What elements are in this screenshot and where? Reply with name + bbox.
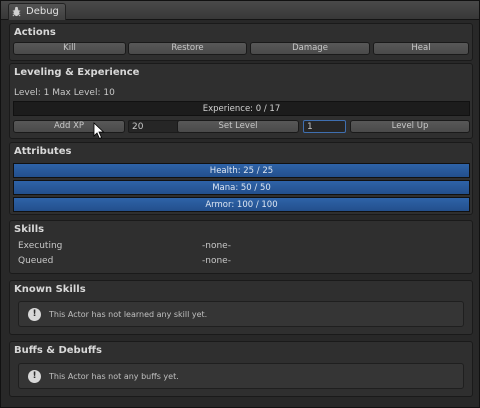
buffs-section: Buffs & Debuffs ! This Actor has not any… [9, 341, 473, 397]
buffs-helpbox: ! This Actor has not any buffs yet. [18, 363, 464, 389]
attributes-section: Attributes Health: 25 / 25 Mana: 50 / 50… [9, 142, 473, 215]
buffs-title: Buffs & Debuffs [14, 345, 102, 356]
skills-title: Skills [14, 224, 45, 235]
known-skills-helpbox: ! This Actor has not learned any skill y… [18, 301, 464, 327]
health-bar-label: Health: 25 / 25 [209, 165, 274, 176]
leveling-title: Leveling & Experience [14, 67, 140, 78]
level-up-button[interactable]: Level Up [350, 120, 470, 133]
heal-button[interactable]: Heal [373, 42, 469, 55]
tab-debug[interactable]: Debug [8, 2, 66, 20]
leveling-section: Leveling & Experience Level: 1 Max Level… [9, 63, 473, 139]
mana-bar: Mana: 50 / 50 [13, 180, 470, 195]
actions-section: Actions Kill Restore Damage Heal [9, 23, 473, 61]
known-skills-title: Known Skills [14, 284, 86, 295]
window-title: Debug [26, 6, 59, 17]
skills-queued-value: -none- [202, 256, 231, 266]
actions-title: Actions [14, 27, 56, 38]
armor-bar-label: Armor: 100 / 100 [205, 199, 278, 210]
armor-bar: Armor: 100 / 100 [13, 197, 470, 212]
add-xp-amount-field[interactable]: 20 [128, 120, 180, 133]
attributes-title: Attributes [14, 146, 72, 157]
info-icon: ! [28, 307, 41, 321]
experience-bar: Experience: 0 / 17 [13, 101, 470, 116]
damage-button[interactable]: Damage [250, 42, 370, 55]
debug-window: Debug Actions Kill Restore Damage Heal L… [0, 0, 480, 408]
set-level-field[interactable]: 1 [303, 120, 346, 133]
skills-section: Skills Executing -none- Queued -none- [9, 220, 473, 274]
restore-button[interactable]: Restore [128, 42, 247, 55]
level-text: Level: 1 Max Level: 10 [14, 88, 115, 98]
skills-executing-label: Executing [18, 241, 63, 251]
buffs-message: This Actor has not any buffs yet. [49, 371, 179, 381]
skills-executing-value: -none- [202, 241, 231, 251]
health-bar: Health: 25 / 25 [13, 163, 470, 178]
mouse-cursor-icon [93, 122, 105, 140]
known-skills-message: This Actor has not learned any skill yet… [49, 309, 208, 319]
experience-bar-label: Experience: 0 / 17 [202, 103, 281, 114]
known-skills-section: Known Skills ! This Actor has not learne… [9, 280, 473, 335]
info-icon: ! [28, 369, 41, 383]
kill-button[interactable]: Kill [13, 42, 126, 55]
mana-bar-label: Mana: 50 / 50 [212, 182, 271, 193]
window-titlebar: Debug [1, 1, 479, 20]
skills-queued-label: Queued [18, 256, 54, 266]
bug-icon [12, 6, 21, 17]
set-level-button[interactable]: Set Level [177, 120, 299, 133]
add-xp-button[interactable]: Add XP [13, 120, 125, 133]
